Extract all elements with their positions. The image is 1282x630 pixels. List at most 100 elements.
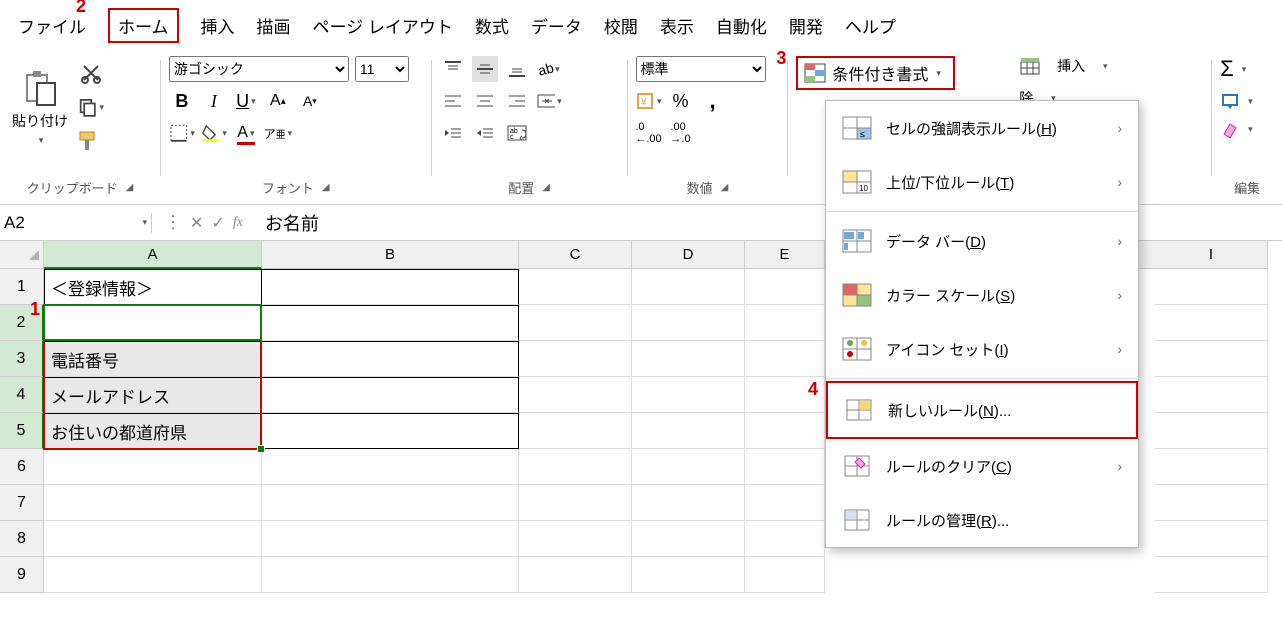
name-box[interactable] (4, 213, 140, 233)
clear-button[interactable] (1220, 120, 1240, 138)
cell-D2[interactable] (632, 305, 745, 341)
cell-C4[interactable] (519, 377, 632, 413)
font-decrease-button[interactable]: A▾ (297, 88, 323, 114)
menu-help[interactable]: ヘルプ (845, 13, 896, 38)
row-header-4[interactable]: 4 (0, 377, 44, 413)
menu-home[interactable]: ホーム (108, 8, 179, 43)
align-middle-button[interactable] (472, 56, 498, 82)
cell-E8[interactable] (745, 521, 825, 557)
bold-button[interactable]: B (169, 88, 195, 114)
autosum-button[interactable]: Σ (1220, 56, 1234, 82)
cell-A1[interactable]: ＜登録情報＞ (44, 269, 262, 305)
cut-button[interactable] (78, 60, 104, 86)
menu-data[interactable]: データ (531, 13, 582, 38)
font-launcher[interactable]: ◢ (322, 182, 330, 193)
menu-review[interactable]: 校閲 (604, 13, 638, 38)
fx-button[interactable]: fx (233, 215, 243, 231)
cell-D3[interactable] (632, 341, 745, 377)
cell-D4[interactable] (632, 377, 745, 413)
column-header-I[interactable]: I (1155, 241, 1268, 269)
cell-C6[interactable] (519, 449, 632, 485)
increase-decimal-button[interactable]: .0←.00 (636, 120, 662, 146)
select-all-corner[interactable] (0, 241, 44, 269)
font-size-select[interactable]: 11 (355, 56, 409, 82)
cell-E1[interactable] (745, 269, 825, 305)
orientation-button[interactable]: ab▾ (536, 56, 562, 82)
merge-cells-button[interactable]: ▾ (536, 88, 562, 114)
percent-format-button[interactable]: % (668, 88, 694, 114)
cell-C9[interactable] (519, 557, 632, 593)
cell-B2[interactable] (262, 305, 519, 341)
insert-cells-button[interactable]: 挿入 (1057, 56, 1085, 76)
cell-I8[interactable] (1155, 521, 1268, 557)
column-header-B[interactable]: B (262, 241, 519, 269)
row-header-8[interactable]: 8 (0, 521, 44, 557)
cell-E6[interactable] (745, 449, 825, 485)
cell-D6[interactable] (632, 449, 745, 485)
menu-file[interactable]: ファイル (18, 13, 86, 38)
cell-A2[interactable]: お名前 (44, 305, 262, 341)
conditional-formatting-button[interactable]: 条件付き書式 ▾ (796, 56, 955, 90)
cell-B1[interactable] (262, 269, 519, 305)
cell-I6[interactable] (1155, 449, 1268, 485)
row-header-9[interactable]: 9 (0, 557, 44, 593)
wrap-text-button[interactable]: abc (504, 120, 530, 146)
cell-C1[interactable] (519, 269, 632, 305)
cell-C8[interactable] (519, 521, 632, 557)
cell-D8[interactable] (632, 521, 745, 557)
column-header-C[interactable]: C (519, 241, 632, 269)
font-color-button[interactable]: A▾ (233, 120, 259, 146)
cell-I1[interactable] (1155, 269, 1268, 305)
decrease-indent-button[interactable] (440, 120, 466, 146)
new-rule-item[interactable]: 4 新しいルール(N)... (826, 381, 1138, 439)
number-launcher[interactable]: ◢ (721, 182, 729, 193)
row-header-7[interactable]: 7 (0, 485, 44, 521)
cell-B6[interactable] (262, 449, 519, 485)
decrease-decimal-button[interactable]: .00→.0 (668, 120, 694, 146)
cell-E7[interactable] (745, 485, 825, 521)
row-header-5[interactable]: 5 (0, 413, 44, 449)
row-header-6[interactable]: 6 (0, 449, 44, 485)
cell-A3[interactable]: 電話番号 (44, 341, 262, 377)
align-bottom-button[interactable] (504, 56, 530, 82)
menu-view[interactable]: 表示 (660, 13, 694, 38)
cell-I3[interactable] (1155, 341, 1268, 377)
cell-I2[interactable] (1155, 305, 1268, 341)
column-header-A[interactable]: A (44, 241, 262, 269)
highlight-cells-rules-item[interactable]: ≤ セルの強調表示ルール(H) › (826, 101, 1138, 155)
align-top-button[interactable] (440, 56, 466, 82)
phonetic-button[interactable]: ア亜▾ (265, 120, 291, 146)
align-center-button[interactable] (472, 88, 498, 114)
menu-developer[interactable]: 開発 (789, 13, 823, 38)
font-name-select[interactable]: 游ゴシック (169, 56, 349, 82)
borders-button[interactable]: ▾ (169, 120, 195, 146)
menu-formulas[interactable]: 数式 (475, 13, 509, 38)
cell-A5[interactable]: お住いの都道府県 (44, 413, 262, 449)
menu-draw[interactable]: 描画 (257, 13, 291, 38)
icon-sets-item[interactable]: アイコン セット(I) › (826, 322, 1138, 376)
cell-B4[interactable] (262, 377, 519, 413)
menu-automate[interactable]: 自動化 (716, 13, 767, 38)
row-header-3[interactable]: 3 (0, 341, 44, 377)
number-format-select[interactable]: 標準 (636, 56, 766, 82)
cell-D5[interactable] (632, 413, 745, 449)
cell-B3[interactable] (262, 341, 519, 377)
cell-I9[interactable] (1155, 557, 1268, 593)
format-painter-button[interactable] (78, 128, 104, 154)
name-box-dropdown[interactable]: ▾ (140, 217, 147, 228)
cell-E5[interactable] (745, 413, 825, 449)
data-bars-item[interactable]: データ バー(D) › (826, 214, 1138, 268)
column-header-D[interactable]: D (632, 241, 745, 269)
cell-A8[interactable] (44, 521, 262, 557)
cell-A4[interactable]: メールアドレス (44, 377, 262, 413)
cell-I4[interactable] (1155, 377, 1268, 413)
cell-A7[interactable] (44, 485, 262, 521)
fill-color-button[interactable]: ▾ (201, 120, 227, 146)
cell-E2[interactable] (745, 305, 825, 341)
cell-E3[interactable] (745, 341, 825, 377)
comma-format-button[interactable]: , (700, 88, 726, 114)
cell-C3[interactable] (519, 341, 632, 377)
menu-page-layout[interactable]: ページ レイアウト (313, 13, 453, 38)
fill-button[interactable] (1220, 92, 1240, 110)
cell-C5[interactable] (519, 413, 632, 449)
